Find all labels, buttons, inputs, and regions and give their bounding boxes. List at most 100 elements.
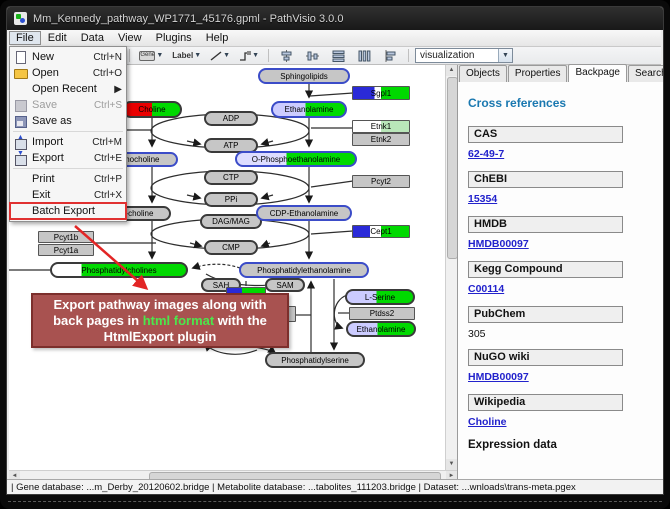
pathway-node-ethanolamine-top[interactable]: Ethanolamine xyxy=(271,101,347,118)
distribute-horizontal-button[interactable] xyxy=(353,47,376,64)
xref-link[interactable]: HMDB00097 xyxy=(468,371,529,383)
menu-file[interactable]: File xyxy=(9,31,41,45)
pathway-node-etnk2[interactable]: Etnk2 xyxy=(352,133,410,146)
chevron-down-icon[interactable]: ▼ xyxy=(498,49,512,62)
align-left-icon xyxy=(384,50,397,62)
pathway-node-o-phosphoethanolamine[interactable]: O-Phosphoethanolamine xyxy=(235,151,357,167)
xref-value: 305 xyxy=(468,328,663,340)
pathway-node-adp[interactable]: ADP xyxy=(204,111,258,126)
node-label: L-Serine xyxy=(365,293,395,302)
align-left-button[interactable] xyxy=(379,47,402,64)
pathway-node-choline-top[interactable]: Choline xyxy=(122,101,182,118)
menu-help[interactable]: Help xyxy=(199,31,236,45)
new-line-button[interactable]: ▼ xyxy=(207,47,233,64)
align-center-y-button[interactable] xyxy=(301,47,324,64)
file-menu-item-save-as[interactable]: Save as xyxy=(10,113,126,129)
cross-references-heading: Cross references xyxy=(468,96,663,110)
menu-separator xyxy=(13,131,123,132)
xref-link[interactable]: 62-49-7 xyxy=(468,148,504,160)
chevron-down-icon[interactable]: ▼ xyxy=(194,52,201,59)
vertical-scrollbar[interactable]: ▲ ▼ xyxy=(445,65,457,470)
callout-highlight: html format xyxy=(143,313,215,328)
distribute-horizontal-icon xyxy=(358,50,371,62)
file-menu-item-exit[interactable]: ExitCtrl+X xyxy=(10,187,126,203)
backpage-section-kegg-compound: Kegg Compound C00114 xyxy=(468,261,663,297)
pathway-node-l-serine[interactable]: L-Serine xyxy=(345,289,415,305)
menu-data[interactable]: Data xyxy=(74,31,111,45)
file-menu-item-export[interactable]: ExportCtrl+E xyxy=(10,150,126,166)
file-menu-item-open[interactable]: OpenCtrl+O xyxy=(10,65,126,81)
node-label: CMP xyxy=(222,243,240,252)
file-menu-item-label: Batch Export xyxy=(32,205,116,217)
visualization-combobox[interactable]: visualization ▼ xyxy=(415,48,513,63)
backpage-section-wikipedia: WikipediaCholine xyxy=(468,394,663,430)
tab-objects[interactable]: Objects xyxy=(459,65,507,82)
align-center-x-button[interactable] xyxy=(275,47,298,64)
pathway-node-phosphatidylethanolamine[interactable]: Phosphatidylethanolamine xyxy=(239,262,369,278)
new-label-button[interactable]: Label ▼ xyxy=(169,47,204,64)
pathway-node-cept1[interactable]: Cept1 xyxy=(352,225,410,238)
pathway-node-sam[interactable]: SAM xyxy=(265,278,305,292)
pathway-node-ethanolamine-bottom[interactable]: Ethanolamine xyxy=(346,321,416,337)
pathway-node-ctp[interactable]: CTP xyxy=(204,170,258,185)
save-as-icon xyxy=(13,115,29,128)
no-icon xyxy=(13,189,29,202)
distribute-vertical-button[interactable] xyxy=(327,47,350,64)
tab-search[interactable]: Search xyxy=(628,65,664,82)
node-label: Ethanolamine xyxy=(357,325,406,334)
pathway-node-pcyt1b[interactable]: Pcyt1b xyxy=(38,231,94,243)
node-label: O-Phosphoethanolamine xyxy=(252,155,341,164)
label-icon: Label xyxy=(172,51,193,60)
menu-plugins[interactable]: Plugins xyxy=(149,31,199,45)
line-icon xyxy=(210,51,222,61)
file-menu-item-save[interactable]: SaveCtrl+S xyxy=(10,97,126,113)
chevron-down-icon[interactable]: ▼ xyxy=(252,52,259,59)
chevron-down-icon[interactable]: ▼ xyxy=(223,52,230,59)
menu-view[interactable]: View xyxy=(111,31,149,45)
pathway-node-etnk1[interactable]: Etnk1 xyxy=(352,120,410,133)
file-menu-item-batch-export[interactable]: Batch Export xyxy=(10,203,126,219)
toolbar-separator xyxy=(129,49,130,62)
pathway-node-cdp-ethanolamine[interactable]: CDP-Ethanolamine xyxy=(256,205,352,221)
file-menu-item-import[interactable]: ImportCtrl+M xyxy=(10,134,126,150)
section-title: Kegg Compound xyxy=(468,261,623,278)
file-menu-item-label: New xyxy=(32,51,87,63)
pathway-node-dag-mag[interactable]: DAG/MAG xyxy=(200,214,262,229)
file-menu-item-print[interactable]: PrintCtrl+P xyxy=(10,171,126,187)
pathway-node-sphingolipids[interactable]: Sphingolipids xyxy=(258,68,350,84)
file-menu-item-new[interactable]: NewCtrl+N xyxy=(10,49,126,65)
pathway-node-phosphatidylcholines[interactable]: Phosphatidylcholines xyxy=(50,262,188,278)
section-title: NuGO wiki xyxy=(468,349,623,366)
backpage-section-pubchem: PubChem305 xyxy=(468,306,663,340)
tab-backpage[interactable]: Backpage xyxy=(568,64,626,83)
pathway-node-pcyt1a[interactable]: Pcyt1a xyxy=(38,244,94,256)
file-menu-item-label: Import xyxy=(32,136,86,148)
pathway-node-sgpl1[interactable]: Sgpl1 xyxy=(352,86,410,100)
menu-edit[interactable]: Edit xyxy=(41,31,74,45)
node-label: Etnk1 xyxy=(371,122,391,131)
backpage-section-chebi: ChEBI15354 xyxy=(468,171,663,207)
node-label: Ptdss2 xyxy=(370,309,394,318)
pathway-node-ppi[interactable]: PPi xyxy=(204,192,258,207)
status-text: | Gene database: ...m_Derby_20120602.bri… xyxy=(11,482,576,493)
pathway-node-ptdss2[interactable]: Ptdss2 xyxy=(349,307,415,320)
file-menu-item-label: Save xyxy=(32,99,88,111)
menu-separator xyxy=(13,168,123,169)
new-gene-button[interactable]: Gene ▼ xyxy=(136,47,166,64)
open-folder-icon xyxy=(13,67,29,80)
shortcut-label: Ctrl+E xyxy=(94,153,122,164)
tab-properties[interactable]: Properties xyxy=(508,65,568,82)
new-connector-button[interactable]: ▼ xyxy=(236,47,262,64)
chevron-down-icon[interactable]: ▼ xyxy=(156,52,163,59)
xref-link[interactable]: HMDB00097 xyxy=(468,238,529,250)
file-menu-item-open-recent[interactable]: Open Recent▶ xyxy=(10,81,126,97)
xref-link[interactable]: C00114 xyxy=(468,283,504,295)
pathway-node-pcyt2[interactable]: Pcyt2 xyxy=(352,175,410,188)
backpage-content: Cross references CAS62-49-7ChEBI15354HMD… xyxy=(458,82,663,482)
pathway-node-cmp[interactable]: CMP xyxy=(204,240,258,255)
scroll-down-icon[interactable]: ▼ xyxy=(446,459,457,470)
xref-link[interactable]: 15354 xyxy=(468,193,497,205)
scroll-up-icon[interactable]: ▲ xyxy=(446,65,457,76)
xref-link[interactable]: Choline xyxy=(468,416,507,428)
pathway-node-phosphatidylserine[interactable]: Phosphatidylserine xyxy=(265,352,365,368)
